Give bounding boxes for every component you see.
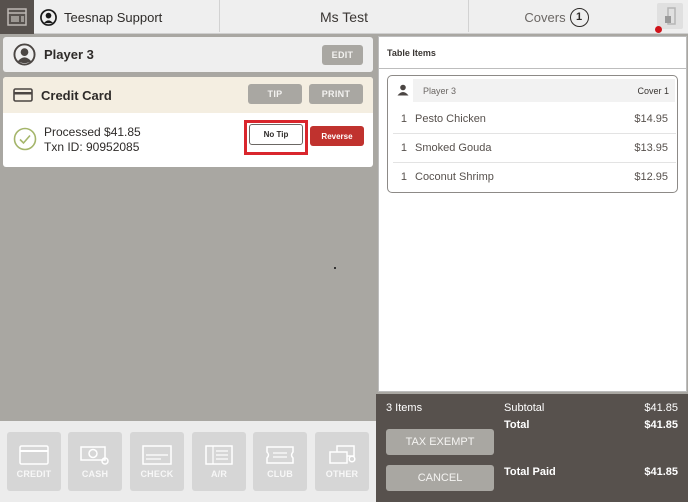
person-icon: [397, 84, 409, 96]
transaction-info: Processed $41.85 Txn ID: 90952085: [44, 125, 141, 155]
item-price: $14.95: [634, 112, 668, 125]
cancel-button[interactable]: CANCEL: [386, 465, 494, 491]
player-name: Player 3: [44, 47, 94, 62]
payment-header: Credit Card TIP PRINT: [3, 77, 373, 113]
cash-icon: [80, 445, 109, 465]
total-label: Total: [504, 419, 530, 431]
subtotal-row: Subtotal $41.85: [504, 402, 678, 414]
transaction-id: Txn ID: 90952085: [44, 140, 140, 154]
cover-number: Cover 1: [637, 85, 669, 96]
item-name: Pesto Chicken: [415, 112, 486, 125]
check-icon: [142, 444, 172, 465]
subtotal-value: $41.85: [644, 402, 678, 414]
club-ticket-icon: [266, 445, 294, 464]
item-row[interactable]: 1 Pesto Chicken $14.95: [393, 104, 676, 133]
tender-other-button[interactable]: OTHER: [315, 432, 369, 491]
processed-check-icon: [13, 127, 37, 151]
table-items-panel: Table Items Player 3 Cover 1 1 Pesto Chi…: [378, 36, 687, 392]
tender-credit-button[interactable]: CREDIT: [7, 432, 61, 491]
payment-panel: Player 3 EDIT Credit Card TIP PRINT Proc…: [0, 34, 376, 420]
print-button[interactable]: PRINT: [309, 84, 363, 104]
user-icon: [40, 8, 57, 26]
cash-drawer-icon: [665, 7, 676, 25]
item-price: $12.95: [634, 171, 668, 183]
item-count: 3 Items: [386, 402, 423, 414]
processed-amount: Processed $41.85: [44, 125, 141, 139]
item-qty: 1: [400, 171, 407, 183]
payment-details: Processed $41.85 Txn ID: 90952085 No Tip…: [3, 113, 373, 167]
other-cards-icon: [329, 444, 356, 464]
total-row: Total $41.85: [504, 419, 678, 431]
player-card: Player 3 EDIT: [3, 37, 373, 72]
payment-method-title: Credit Card: [41, 87, 112, 103]
item-qty: 1: [400, 112, 407, 125]
total-paid-value: $41.85: [644, 466, 678, 478]
tender-label: OTHER: [325, 468, 359, 479]
tip-button[interactable]: TIP: [248, 84, 302, 104]
table-name[interactable]: Ms Test: [220, 0, 468, 34]
tender-cash-button[interactable]: CASH: [68, 432, 122, 491]
table-items-title: Table Items: [379, 37, 686, 69]
ar-ledger-icon: [205, 444, 233, 465]
status-indicator-dot: [655, 26, 662, 33]
register-menu-icon: [7, 8, 27, 26]
credit-card-icon: [13, 88, 33, 102]
tender-label: CHECK: [140, 468, 174, 479]
tender-label: CASH: [81, 468, 109, 479]
tender-label: CLUB: [267, 468, 293, 479]
cover-items-list: Player 3 Cover 1 1 Pesto Chicken $14.95 …: [387, 75, 678, 193]
reverse-button[interactable]: Reverse: [310, 126, 364, 146]
top-bar: Teesnap Support Ms Test Covers 1: [0, 0, 688, 34]
user-name: Teesnap Support: [64, 9, 163, 25]
covers-count-badge: 1: [569, 7, 589, 27]
tender-label: CREDIT: [16, 468, 52, 479]
tender-label: A/R: [210, 468, 228, 479]
item-qty: 1: [400, 142, 407, 154]
edit-player-button[interactable]: EDIT: [322, 45, 363, 65]
cash-drawer-button[interactable]: [657, 3, 683, 29]
payment-card: Credit Card TIP PRINT Processed $41.85 T…: [3, 77, 373, 167]
player-avatar-icon: [13, 43, 36, 66]
tax-exempt-button[interactable]: TAX EXEMPT: [386, 429, 494, 455]
total-paid-label: Total Paid: [504, 466, 556, 478]
subtotal-label: Subtotal: [504, 402, 545, 414]
cursor-dot: [334, 267, 336, 269]
total-value: $41.85: [644, 419, 678, 431]
item-name: Coconut Shrimp: [415, 171, 494, 183]
item-price: $13.95: [634, 142, 668, 154]
item-row[interactable]: 1 Smoked Gouda $13.95: [393, 133, 676, 162]
item-name: Smoked Gouda: [415, 142, 492, 154]
current-user[interactable]: Teesnap Support: [40, 0, 162, 34]
cover-header[interactable]: Player 3 Cover 1: [413, 79, 675, 102]
covers-selector[interactable]: Covers 1: [469, 0, 644, 34]
item-row[interactable]: 1 Coconut Shrimp $12.95: [393, 162, 676, 191]
no-tip-button[interactable]: No Tip: [249, 124, 303, 145]
cover-player-name: Player 3: [423, 85, 457, 96]
totals-panel: 3 Items TAX EXEMPT CANCEL Subtotal $41.8…: [376, 394, 688, 502]
credit-card-icon: [19, 444, 49, 465]
tender-check-button[interactable]: CHECK: [130, 432, 184, 491]
tender-club-button[interactable]: CLUB: [253, 432, 307, 491]
total-paid-row: Total Paid $41.85: [504, 466, 678, 478]
tender-ar-button[interactable]: A/R: [192, 432, 246, 491]
tender-bar: CREDIT CASH CHECK A/R CLUB OTHER: [0, 421, 376, 502]
covers-label: Covers: [524, 9, 566, 25]
menu-button[interactable]: [0, 0, 34, 34]
